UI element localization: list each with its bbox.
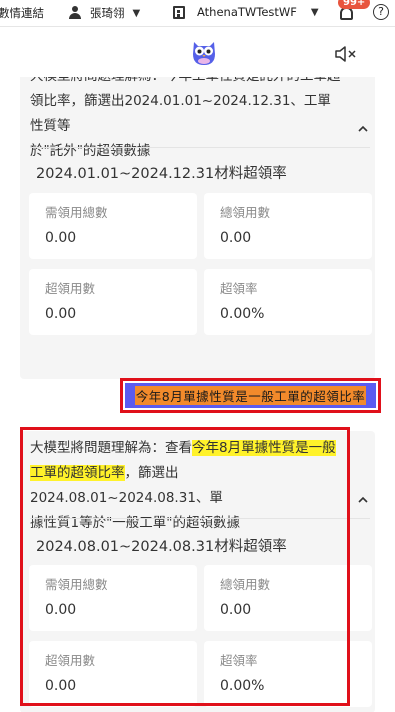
tenant-menu[interactable]: AthenaTWTestWF ▼ xyxy=(173,5,319,19)
help-icon[interactable]: ? xyxy=(373,4,389,20)
caret-down-icon: ▼ xyxy=(132,7,141,19)
stat-card: 總領用數 0.00 xyxy=(204,193,372,259)
answer-card-previous: 大模型將問題理解為：今年工單性質是託外的工單超 領比率，篩選出2024.01.0… xyxy=(20,68,375,379)
stat-value: 0.00 xyxy=(45,306,77,322)
answer-line: 於"託外"的超領數據 xyxy=(30,143,151,159)
divider xyxy=(30,147,370,148)
stat-value: 0.00 xyxy=(220,602,252,618)
period-title: 2024.01.01~2024.12.31材料超領率 xyxy=(36,166,287,182)
top-bar: 數情連結 張琦翎 ▼ AthenaTWTestWF ▼ 99+ ? xyxy=(0,0,395,26)
stat-card: 需領用總數 0.00 xyxy=(29,193,197,259)
user-message-bubble: 今年8月單據性質是一般工單的超領比率 xyxy=(120,378,381,413)
answer-line: 據性質1等於"一般工單"的超領數據 xyxy=(30,515,241,531)
notification-badge: 99+ xyxy=(338,0,371,9)
stat-label: 超領用數 xyxy=(45,281,96,296)
stat-value: 0.00 xyxy=(45,602,77,618)
answer-text: 大模型將問題理解為：今年工單性質是託外的工單超 領比率，篩選出2024.01.0… xyxy=(30,64,342,164)
stat-card: 需領用總數 0.00 xyxy=(29,565,197,631)
answer-line: 領比率，篩選出2024.01.01~2024.12.31、工單性質等 xyxy=(30,93,331,134)
assistant-panel: 大模型將問題理解為：今年工單性質是託外的工單超 領比率，篩選出2024.01.0… xyxy=(0,26,395,712)
stat-card: 總領用數 0.00 xyxy=(204,565,372,631)
user-message-text: 今年8月單據性質是一般工單的超領比率 xyxy=(134,386,367,405)
answer-card-latest: 大模型將問題理解為：查看今年8月單據性質是一般 工單的超領比率，篩選出2024.… xyxy=(20,431,375,712)
stat-label: 超領率 xyxy=(220,281,258,296)
divider xyxy=(30,518,370,519)
user-message-body: 今年8月單據性質是一般工單的超領比率 xyxy=(125,383,376,408)
tenant-name: AthenaTWTestWF xyxy=(197,5,297,19)
answer-highlight: 工單的超領比率 xyxy=(30,465,125,481)
user-menu[interactable]: 張琦翎 ▼ xyxy=(68,5,140,21)
stat-card: 超領用數 0.00 xyxy=(29,269,197,335)
stat-label: 總領用數 xyxy=(220,577,271,592)
stat-value: 0.00 xyxy=(220,230,252,246)
panel-header xyxy=(0,27,395,77)
stat-label: 超領率 xyxy=(220,653,258,668)
stat-value: 0.00 xyxy=(45,678,77,694)
chevron-up-icon[interactable] xyxy=(357,494,369,506)
period-title: 2024.08.01~2024.08.31材料超領率 xyxy=(36,539,287,555)
user-icon xyxy=(68,6,82,20)
answer-line: 工單的超領比率，篩選出2024.08.01~2024.08.31、單 xyxy=(30,461,342,511)
stat-label: 需領用總數 xyxy=(45,577,108,592)
nav-link-label: 數情連結 xyxy=(0,6,44,20)
stat-label: 總領用數 xyxy=(220,205,271,220)
stat-card: 超領用數 0.00 xyxy=(29,641,197,707)
user-name: 張琦翎 xyxy=(90,6,125,20)
stat-value: 0.00% xyxy=(220,306,265,322)
nav-link[interactable]: 數情連結 xyxy=(0,5,44,21)
caret-down-icon: ▼ xyxy=(310,6,319,18)
stat-label: 超領用數 xyxy=(45,653,96,668)
chevron-up-icon[interactable] xyxy=(357,123,369,135)
stat-value: 0.00% xyxy=(220,678,265,694)
stat-card: 超領率 0.00% xyxy=(204,641,372,707)
stat-value: 0.00 xyxy=(45,230,77,246)
answer-highlight: 今年8月單據性質是一般 xyxy=(192,440,336,456)
stat-card: 超領率 0.00% xyxy=(204,269,372,335)
mute-icon[interactable] xyxy=(335,46,357,62)
answer-prefix: 大模型將問題理解為：查看 xyxy=(30,440,192,456)
assistant-owl-logo xyxy=(193,42,215,65)
answer-line: 大模型將問題理解為：查看今年8月單據性質是一般 xyxy=(30,436,342,461)
building-icon xyxy=(173,5,185,19)
stat-label: 需領用總數 xyxy=(45,205,108,220)
answer-text: 大模型將問題理解為：查看今年8月單據性質是一般 工單的超領比率，篩選出2024.… xyxy=(30,436,342,536)
